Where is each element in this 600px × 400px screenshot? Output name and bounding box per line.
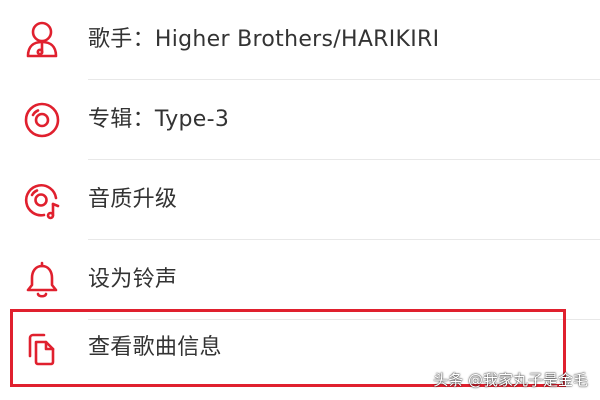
song-options-menu: 歌手：Higher Brothers/HARIKIRI 专辑：Type-3 音质…: [0, 0, 600, 400]
watermark: 头条 @我家丸子是金毛: [433, 371, 588, 389]
menu-item-label: 歌手：Higher Brothers/HARIKIRI: [88, 27, 440, 52]
menu-item-album[interactable]: 专辑：Type-3: [0, 80, 600, 160]
bell-icon: [20, 258, 64, 302]
menu-item-label: 查看歌曲信息: [88, 335, 222, 360]
copy-icon: [20, 326, 64, 370]
menu-item-label: 音质升级: [88, 187, 178, 212]
menu-item-singer[interactable]: 歌手：Higher Brothers/HARIKIRI: [0, 0, 600, 80]
quality-upgrade-icon: [20, 178, 64, 222]
album-icon: [20, 98, 64, 142]
menu-item-label: 专辑：Type-3: [88, 107, 230, 132]
singer-icon: [20, 18, 64, 62]
menu-item-quality-upgrade[interactable]: 音质升级: [0, 160, 600, 240]
